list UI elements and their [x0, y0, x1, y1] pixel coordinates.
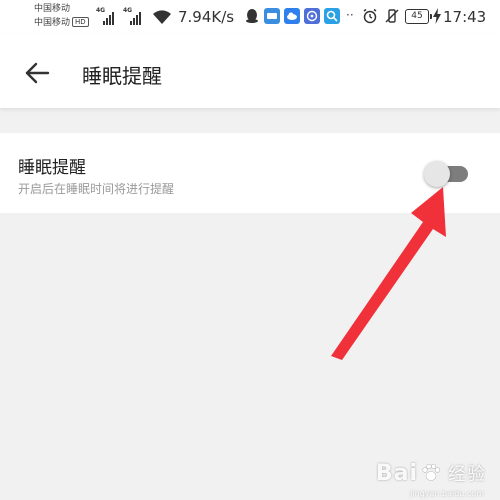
- baidu-jingyan-watermark: Bai 经验 jingyan.baidu.com: [375, 460, 486, 499]
- search-app-icon: [324, 8, 340, 24]
- network-speed: 7.94K/s: [178, 8, 235, 26]
- back-button[interactable]: [20, 56, 54, 90]
- app-bar: 睡眠提醒: [0, 34, 500, 108]
- status-time: 17:43: [443, 8, 487, 26]
- arrow-left-icon: [25, 62, 50, 84]
- wifi-icon: [153, 10, 171, 24]
- watermark-brand-left: Bai: [375, 460, 418, 486]
- notification-icons: ··: [244, 8, 354, 24]
- hd-badge: HD: [72, 17, 89, 27]
- carrier-2: 中国移动 HD: [34, 17, 89, 29]
- carrier-2-label: 中国移动: [34, 18, 71, 28]
- music-app-icon: [304, 8, 320, 24]
- app-notification-icon: [264, 8, 280, 24]
- network-type-1: 4G: [96, 7, 106, 14]
- sleep-reminder-setting[interactable]: 睡眠提醒 开启后在睡眠时间将进行提醒: [0, 133, 500, 213]
- setting-description: 开启后在睡眠时间将进行提醒: [18, 182, 175, 196]
- qq-icon: [246, 9, 258, 23]
- page-title: 睡眠提醒: [82, 64, 162, 88]
- battery-icon: 45: [405, 9, 432, 24]
- vibrate-mute-icon: [385, 9, 399, 23]
- carrier-1: 中国移动: [34, 4, 71, 14]
- network-type-2: 4G: [123, 7, 133, 14]
- sleep-reminder-toggle[interactable]: [424, 161, 470, 187]
- watermark-url: jingyan.baidu.com: [410, 489, 484, 498]
- charging-icon: [433, 8, 441, 24]
- paw-icon: [422, 463, 441, 481]
- watermark-brand-right: 经验: [448, 464, 486, 485]
- signal-1-icon: 4G: [96, 7, 114, 25]
- cloud-app-icon: [284, 8, 300, 24]
- signal-2-icon: 4G: [123, 7, 141, 25]
- more-notifications-indicator: ··: [346, 8, 354, 22]
- toggle-knob: [424, 161, 450, 187]
- setting-title: 睡眠提醒: [18, 158, 86, 178]
- alarm-icon: [363, 8, 377, 24]
- status-bar: 中国移动 中国移动 HD 4G 4G 7.94K/s ·· 45 17:43: [0, 0, 500, 34]
